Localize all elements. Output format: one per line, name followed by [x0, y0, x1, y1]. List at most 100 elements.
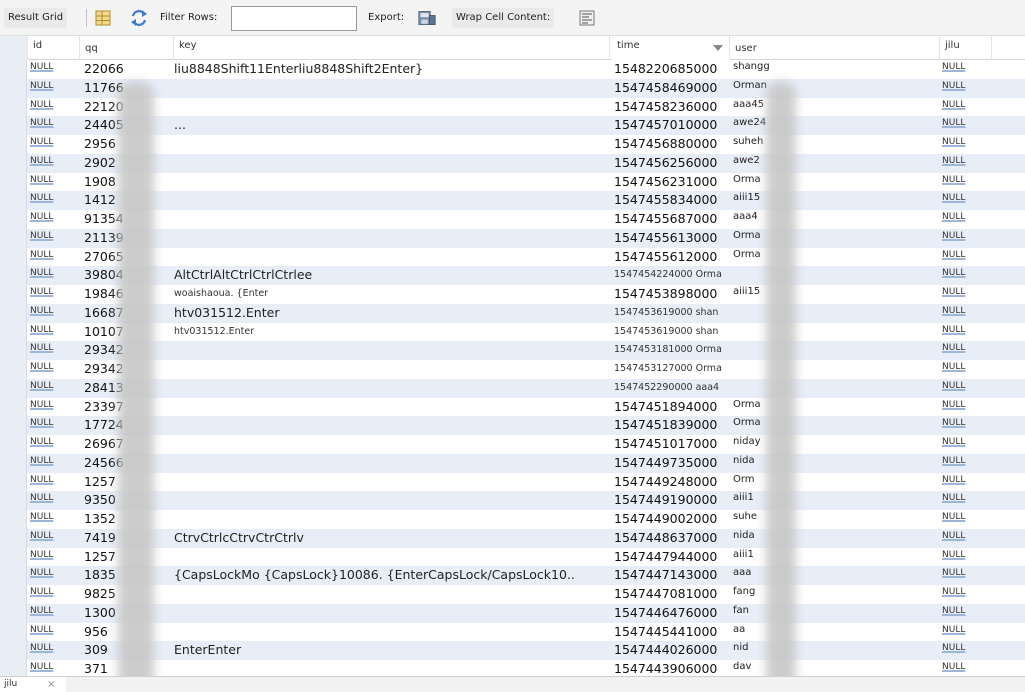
- cell-id[interactable]: NULL: [30, 229, 80, 248]
- cell-user[interactable]: awe24: [733, 116, 941, 135]
- row-header[interactable]: [0, 603, 27, 623]
- cell-jilu[interactable]: NULL: [942, 548, 992, 567]
- cell-jilu[interactable]: NULL: [942, 191, 992, 210]
- cell-key[interactable]: [174, 135, 610, 154]
- cell-user[interactable]: shangg: [733, 60, 941, 79]
- cell-time[interactable]: 1547449735000: [614, 454, 730, 473]
- cell-jilu[interactable]: NULL: [942, 210, 992, 229]
- cell-id[interactable]: NULL: [30, 191, 80, 210]
- cell-jilu[interactable]: NULL: [942, 660, 992, 676]
- result-tab-jilu[interactable]: jilu: [0, 677, 66, 692]
- cell-id[interactable]: NULL: [30, 510, 80, 529]
- row-header[interactable]: [0, 360, 27, 379]
- cell-time[interactable]: 1547458469000: [614, 79, 730, 98]
- row-header[interactable]: [0, 397, 27, 417]
- cell-id[interactable]: NULL: [30, 341, 80, 360]
- cell-jilu[interactable]: NULL: [942, 116, 992, 135]
- cell-jilu[interactable]: NULL: [942, 60, 992, 79]
- cell-id[interactable]: NULL: [30, 323, 80, 342]
- cell-user[interactable]: fang: [733, 585, 941, 604]
- row-header[interactable]: [0, 378, 27, 398]
- cell-jilu[interactable]: NULL: [942, 604, 992, 623]
- cell-key[interactable]: htv031512.Enter: [174, 323, 610, 342]
- refresh-icon[interactable]: [130, 9, 148, 27]
- cell-jilu[interactable]: NULL: [942, 173, 992, 192]
- cell-key[interactable]: [174, 491, 610, 510]
- cell-key[interactable]: [174, 398, 610, 417]
- cell-jilu[interactable]: NULL: [942, 641, 992, 660]
- cell-user[interactable]: aa: [733, 623, 941, 642]
- cell-jilu[interactable]: NULL: [942, 285, 992, 304]
- cell-time[interactable]: 1548220685000: [614, 60, 730, 79]
- row-header[interactable]: [0, 416, 27, 435]
- cell-key[interactable]: [174, 454, 610, 473]
- cell-key[interactable]: [174, 79, 610, 98]
- cell-jilu[interactable]: NULL: [942, 266, 992, 285]
- cell-time[interactable]: 1547453127000 Orma: [614, 360, 730, 379]
- cell-user[interactable]: Orma: [733, 173, 941, 192]
- cell-time[interactable]: 1547453898000: [614, 285, 730, 304]
- cell-user[interactable]: nid: [733, 641, 941, 660]
- row-header[interactable]: [0, 191, 27, 210]
- cell-time[interactable]: 1547451894000: [614, 398, 730, 417]
- cell-id[interactable]: NULL: [30, 79, 80, 98]
- cell-key[interactable]: [174, 435, 610, 454]
- row-header-corner[interactable]: [0, 36, 28, 60]
- cell-user[interactable]: [733, 341, 941, 360]
- cell-id[interactable]: NULL: [30, 135, 80, 154]
- table-row[interactable]: NULL 22066 liu8848Shift11Enterliu8848Shift…: [0, 60, 1025, 79]
- row-header[interactable]: [0, 472, 27, 492]
- cell-user[interactable]: [733, 304, 941, 323]
- cell-user[interactable]: fan: [733, 604, 941, 623]
- cell-user[interactable]: nida: [733, 529, 941, 548]
- cell-key[interactable]: woaishaoua. {Enter: [174, 285, 610, 304]
- cell-time[interactable]: 1547449002000: [614, 510, 730, 529]
- filter-rows-input[interactable]: [231, 6, 357, 31]
- cell-user[interactable]: suhe: [733, 510, 941, 529]
- cell-user[interactable]: dav: [733, 660, 941, 676]
- cell-user[interactable]: suheh: [733, 135, 941, 154]
- cell-time[interactable]: 1547455687000: [614, 210, 730, 229]
- row-header[interactable]: [0, 60, 27, 79]
- cell-time[interactable]: 1547456256000: [614, 154, 730, 173]
- cell-time[interactable]: 1547458236000: [614, 98, 730, 117]
- cell-time[interactable]: 1547454224000 Orma: [614, 266, 730, 285]
- cell-user[interactable]: niday: [733, 435, 941, 454]
- cell-id[interactable]: NULL: [30, 154, 80, 173]
- row-header[interactable]: [0, 78, 27, 98]
- cell-jilu[interactable]: NULL: [942, 98, 992, 117]
- cell-key[interactable]: [174, 154, 610, 173]
- cell-user[interactable]: aaa45: [733, 98, 941, 117]
- cell-id[interactable]: NULL: [30, 641, 80, 660]
- cell-id[interactable]: NULL: [30, 604, 80, 623]
- cell-time[interactable]: 1547449190000: [614, 491, 730, 510]
- cell-id[interactable]: NULL: [30, 285, 80, 304]
- column-header-time[interactable]: time: [612, 36, 730, 60]
- cell-jilu[interactable]: NULL: [942, 79, 992, 98]
- cell-key[interactable]: [174, 98, 610, 117]
- cell-time[interactable]: 1547447143000: [614, 566, 730, 585]
- row-header[interactable]: [0, 528, 27, 548]
- cell-user[interactable]: [733, 266, 941, 285]
- cell-time[interactable]: 1547455613000: [614, 229, 730, 248]
- cell-jilu[interactable]: NULL: [942, 341, 992, 360]
- cell-time[interactable]: 1547452290000 aaa4: [614, 379, 730, 398]
- cell-time[interactable]: 1547444026000: [614, 641, 730, 660]
- cell-key[interactable]: [174, 510, 610, 529]
- row-header[interactable]: [0, 247, 27, 267]
- cell-time[interactable]: 1547455612000: [614, 248, 730, 267]
- cell-time[interactable]: 1547451839000: [614, 416, 730, 435]
- cell-jilu[interactable]: NULL: [942, 248, 992, 267]
- cell-jilu[interactable]: NULL: [942, 229, 992, 248]
- row-header[interactable]: [0, 622, 27, 642]
- cell-user[interactable]: awe2: [733, 154, 941, 173]
- cell-time[interactable]: 1547453619000 shan: [614, 323, 730, 342]
- cell-time[interactable]: 1547449248000: [614, 473, 730, 492]
- cell-key[interactable]: [174, 379, 610, 398]
- close-tab-icon[interactable]: ×: [47, 677, 55, 692]
- cell-key[interactable]: [174, 248, 610, 267]
- cell-time[interactable]: 1547446476000: [614, 604, 730, 623]
- cell-id[interactable]: NULL: [30, 173, 80, 192]
- cell-user[interactable]: Orma: [733, 416, 941, 435]
- cell-time[interactable]: 1547456231000: [614, 173, 730, 192]
